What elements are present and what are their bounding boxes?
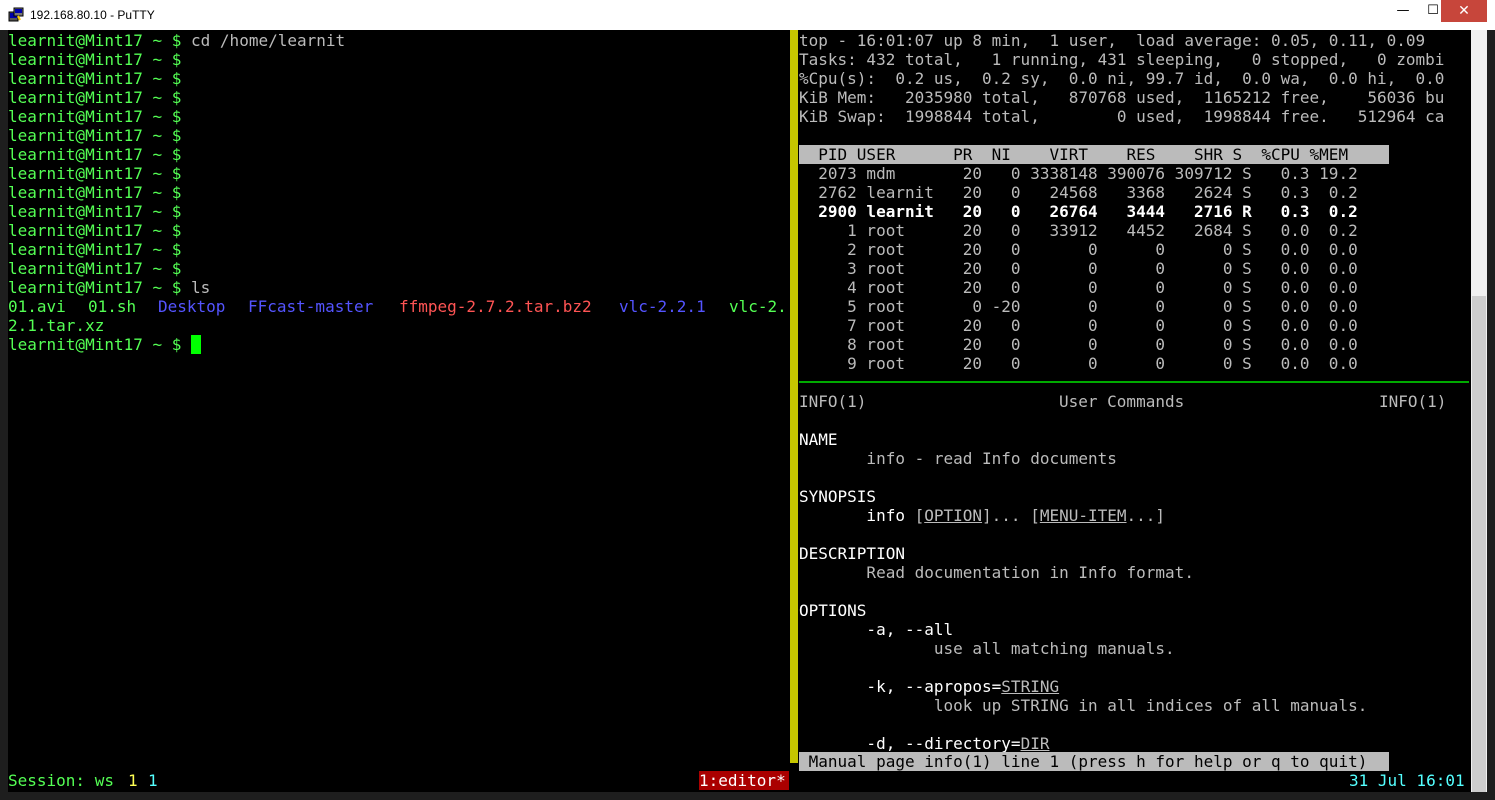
man-section-options: OPTIONS [799, 601, 867, 620]
process-row-running: 2900 learnit 20 0 26764 3444 2716 R 0.3 … [799, 202, 1358, 221]
ls-entry-file: 01.avi [8, 297, 66, 316]
man-header-left: INFO(1) [799, 392, 867, 411]
shell-command: cd /home/learnit [181, 31, 346, 50]
top-summary-uptime: top - 16:01:07 up 8 min, 1 user, load av… [799, 31, 1426, 50]
top-summary-mem: KiB Mem: 2035980 total, 870768 used, 116… [799, 88, 1445, 107]
ls-entry-dir: Desktop [158, 297, 226, 316]
window-border-bottom [0, 792, 1495, 800]
man-status-text: Manual page info(1) line 1 (press h for … [799, 752, 1368, 771]
process-row: 1 root 20 0 33912 4452 2684 S 0.0 0.2 [799, 221, 1358, 240]
shell-line: learnit@Mint17 ~ $ cd /home/learnit [8, 31, 345, 50]
process-row: 2 root 20 0 0 0 0 S 0.0 0.0 [799, 240, 1358, 259]
tmux-session-label: Session: ws [8, 771, 114, 790]
man-description-text: Read documentation in Info format. [799, 563, 1194, 582]
shell-prompt: learnit@Mint17 ~ $ [8, 88, 182, 107]
man-header-right: INFO(1) [1379, 392, 1447, 411]
process-row: 3 root 20 0 0 0 0 S 0.0 0.0 [799, 259, 1358, 278]
shell-prompt: learnit@Mint17 ~ $ [8, 335, 182, 354]
shell-prompt: learnit@Mint17 ~ $ [8, 259, 182, 278]
man-synopsis-bracket: [ [914, 506, 925, 525]
window-border-right [1487, 30, 1495, 800]
terminal-area[interactable]: learnit@Mint17 ~ $ cd /home/learnit lear… [8, 30, 1471, 792]
pane-divider-horizontal[interactable] [799, 381, 1469, 383]
shell-prompt: learnit@Mint17 ~ $ [8, 126, 182, 145]
man-option-apropos-flag: -k, --apropos= [799, 677, 1002, 696]
man-name-text: info - read Info documents [799, 449, 1117, 468]
man-option-apropos: -k, --apropos=STRING [799, 677, 1059, 696]
ls-entry-wrap: 2.1.tar.xz [8, 316, 105, 335]
man-option-directory-arg: DIR [1020, 734, 1050, 753]
ls-entry-archive: vlc-2. [729, 297, 787, 316]
process-row: 2762 learnit 20 0 24568 3368 2624 S 0.3 … [799, 183, 1358, 202]
tmux-window-tab-label[interactable]: 1:editor* [699, 771, 786, 790]
close-button[interactable]: ✕ [1441, 0, 1487, 22]
minimize-button[interactable]: — [1388, 0, 1418, 22]
man-synopsis-menu-item: MENU-ITEM [1039, 506, 1127, 525]
ls-entry-archive: ffmpeg-2.7.2.tar.bz2 [399, 297, 592, 316]
shell-command: ls [181, 278, 211, 297]
shell-line[interactable]: learnit@Mint17 ~ $ [8, 335, 202, 354]
shell-prompt: learnit@Mint17 ~ $ [8, 164, 182, 183]
man-option-apropos-arg: STRING [1001, 677, 1060, 696]
tmux-window-count: 1 [148, 771, 158, 790]
scrollbar-thumb[interactable] [1472, 296, 1486, 792]
tmux-session-index: 1 [128, 771, 138, 790]
shell-prompt: learnit@Mint17 ~ $ [8, 31, 182, 50]
man-section-description: DESCRIPTION [799, 544, 905, 563]
ls-entry-dir: FFcast-master [248, 297, 374, 316]
man-option-all: -a, --all [799, 620, 954, 639]
man-synopsis-text: info [OPTION]... [MENU-ITEM...] [799, 506, 1165, 525]
window-title: 192.168.80.10 - PuTTY [30, 8, 155, 22]
shell-line: learnit@Mint17 ~ $ ls [8, 278, 210, 297]
man-synopsis-bracket: ...] [1126, 506, 1166, 525]
tmux-clock: 31 Jul 16:01 [1349, 771, 1465, 790]
man-section-synopsis: SYNOPSIS [799, 487, 877, 506]
ls-entry-dir: vlc-2.2.1 [619, 297, 706, 316]
pane-divider-vertical[interactable] [790, 30, 798, 763]
shell-prompt: learnit@Mint17 ~ $ [8, 69, 182, 88]
man-section-name: NAME [799, 430, 838, 449]
man-option-apropos-desc: look up STRING in all indices of all man… [799, 696, 1368, 715]
man-header-center: User Commands [1059, 392, 1185, 411]
man-option-all-desc: use all matching manuals. [799, 639, 1175, 658]
top-table-header: PID USER PR NI VIRT RES SHR S %CPU %MEM [799, 145, 1349, 164]
top-summary-tasks: Tasks: 432 total, 1 running, 431 sleepin… [799, 50, 1445, 69]
shell-prompt: learnit@Mint17 ~ $ [8, 183, 182, 202]
man-synopsis-option: OPTION [924, 506, 983, 525]
shell-prompt: learnit@Mint17 ~ $ [8, 221, 182, 240]
process-row: 8 root 20 0 0 0 0 S 0.0 0.0 [799, 335, 1358, 354]
ls-entry-file: 01.sh [88, 297, 137, 316]
top-summary-cpu: %Cpu(s): 0.2 us, 0.2 sy, 0.0 ni, 99.7 id… [799, 69, 1445, 88]
man-synopsis-bracket: ]... [ [982, 506, 1040, 525]
process-row: 4 root 20 0 0 0 0 S 0.0 0.0 [799, 278, 1358, 297]
shell-prompt: learnit@Mint17 ~ $ [8, 240, 182, 259]
shell-prompt: learnit@Mint17 ~ $ [8, 107, 182, 126]
shell-prompt: learnit@Mint17 ~ $ [8, 50, 182, 69]
shell-prompt: learnit@Mint17 ~ $ [8, 278, 182, 297]
man-option-directory: -d, --directory=DIR [799, 734, 1049, 753]
shell-prompt: learnit@Mint17 ~ $ [8, 145, 182, 164]
shell-prompt: learnit@Mint17 ~ $ [8, 202, 182, 221]
process-row: 7 root 20 0 0 0 0 S 0.0 0.0 [799, 316, 1358, 335]
top-summary-swap: KiB Swap: 1998844 total, 0 used, 1998844… [799, 107, 1445, 126]
man-option-directory-flag: -d, --directory= [799, 734, 1021, 753]
process-row: 5 root 0 -20 0 0 0 S 0.0 0.0 [799, 297, 1358, 316]
man-synopsis-cmd: info [799, 506, 915, 525]
putty-icon [8, 7, 24, 22]
text-cursor [191, 335, 202, 354]
process-row: 2073 mdm 20 0 3338148 390076 309712 S 0.… [799, 164, 1358, 183]
process-row: 9 root 20 0 0 0 0 S 0.0 0.0 [799, 354, 1358, 373]
window-titlebar[interactable]: 192.168.80.10 - PuTTY — ☐ ✕ [0, 0, 1495, 30]
